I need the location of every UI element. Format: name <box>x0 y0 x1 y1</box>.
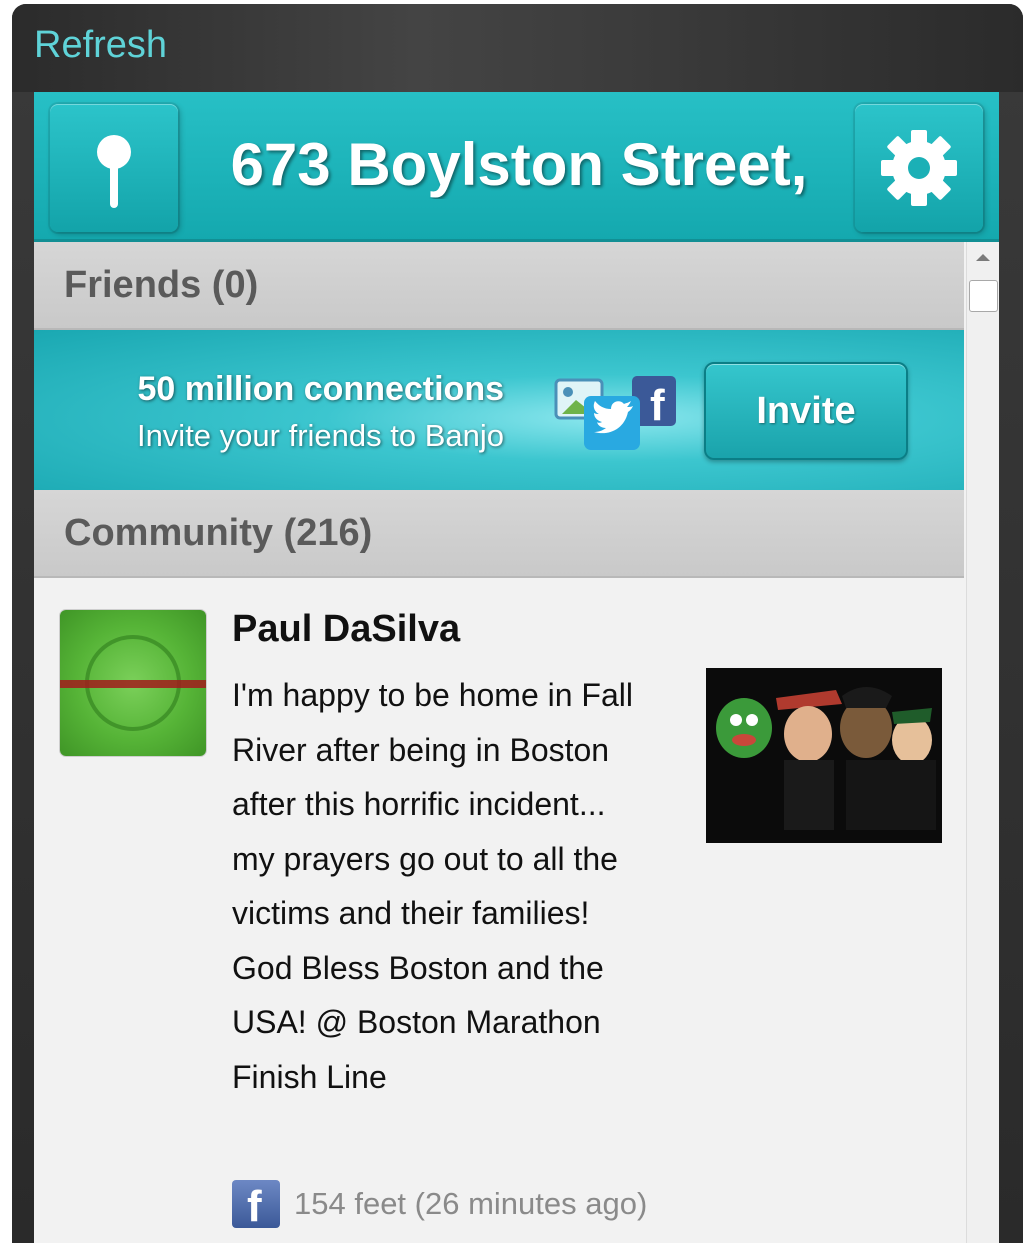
gear-icon <box>881 130 957 206</box>
community-section-header[interactable]: Community (216) <box>34 490 964 578</box>
feed-scrollbar[interactable] <box>966 242 999 1243</box>
feed-scroll-area[interactable]: Friends (0) 50 million connections Invit… <box>34 242 964 1243</box>
post-image[interactable] <box>706 668 942 843</box>
post-text: I'm happy to be home in Fall River after… <box>232 677 633 1095</box>
author-avatar[interactable] <box>60 610 206 756</box>
post-distance-time: 154 feet (26 minutes ago) <box>294 1186 648 1221</box>
banner-subtext: Invite your friends to Banjo <box>136 418 504 453</box>
svg-text:f: f <box>650 381 665 430</box>
banjo-app: 673 Boylston Street, Friends (0) 50 mill… <box>34 92 999 1243</box>
refresh-link[interactable]: Refresh <box>34 24 167 67</box>
banner-headline: 50 million connections <box>137 370 504 408</box>
pin-icon <box>97 135 131 208</box>
invite-button[interactable]: Invite <box>704 362 908 460</box>
friends-section-header[interactable]: Friends (0) <box>34 242 964 330</box>
feed-post[interactable]: Paul DaSilva I'm happy to be home in Fal… <box>34 580 964 1243</box>
scroll-up-arrow-icon[interactable] <box>976 254 990 261</box>
top-bar: Refresh <box>12 4 1023 92</box>
friends-section-title: Friends (0) <box>64 264 259 306</box>
location-title: 673 Boylston Street, <box>230 131 808 198</box>
twitter-icon <box>584 396 640 450</box>
settings-button[interactable] <box>855 104 983 232</box>
location-header: 673 Boylston Street, <box>34 92 999 242</box>
invite-banner: 50 million connections Invite your frien… <box>34 330 964 490</box>
facebook-icon[interactable]: f <box>232 1180 280 1231</box>
social-icons: f <box>554 374 684 459</box>
location-pin-button[interactable] <box>50 104 178 232</box>
scrollbar-thumb[interactable] <box>969 280 998 312</box>
app-window: Refresh 673 Boylston Street, Friends (0)… <box>12 4 1023 1243</box>
post-author[interactable]: Paul DaSilva <box>232 608 460 651</box>
community-section-title: Community (216) <box>64 512 373 554</box>
